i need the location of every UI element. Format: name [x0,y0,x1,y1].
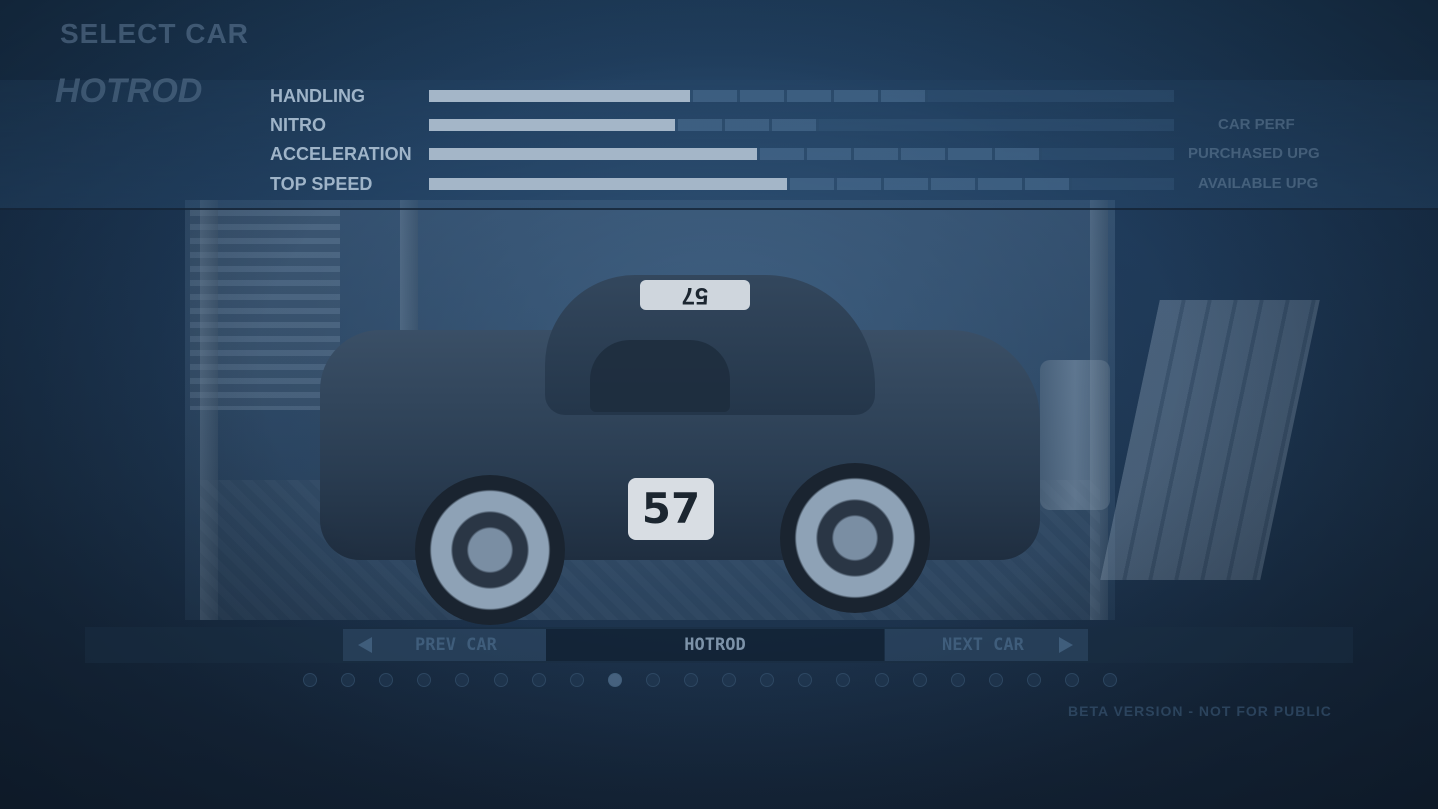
car-selector-dot[interactable] [836,673,850,687]
available-upgrades-label: AVAILABLE UPG [1198,175,1319,192]
stat-label: TOP SPEED [270,174,373,194]
car-selector-dot[interactable] [684,673,698,687]
car-selector-dot[interactable] [532,673,546,687]
stat-bar-fill [429,90,690,102]
arrow-right-icon [1059,637,1073,653]
car-perf-label: CAR PERF [1218,116,1295,133]
car-selector-dot[interactable] [379,673,393,687]
stat-bar-track [429,148,1174,160]
car-selector-dot[interactable] [570,673,584,687]
car-selector-dot[interactable] [875,673,889,687]
stat-bar-track [429,90,1174,102]
stat-bar-fill [429,148,757,160]
stat-label: NITRO [270,115,326,135]
purchased-upgrades-label: PURCHASED UPG [1188,145,1320,162]
arrow-left-icon [358,637,372,653]
car-selector-dot[interactable] [646,673,660,687]
stat-upgrade-segments [678,119,819,131]
stat-bar-track [429,178,1174,190]
current-car-name: HOTROD [546,629,884,661]
car-selector-dot[interactable] [1103,673,1117,687]
car-selector-dot[interactable] [760,673,774,687]
prev-car-button[interactable]: PREV CAR [343,629,546,661]
car-selector-dot[interactable] [417,673,431,687]
car-selector-dot[interactable] [722,673,736,687]
car-selector-dot[interactable] [1027,673,1041,687]
stat-label: HANDLING [270,86,365,106]
stat-upgrade-segments [760,148,1042,160]
stat-label: ACCELERATION [270,144,412,164]
car-selector-dot[interactable] [913,673,927,687]
car-selector-dot[interactable] [798,673,812,687]
beta-version-notice: BETA VERSION - NOT FOR PUBLIC [1068,703,1332,719]
next-car-label: NEXT CAR [942,635,1024,655]
car-selector-dot[interactable] [455,673,469,687]
car-selector-dot[interactable] [303,673,317,687]
stat-bar-fill [429,178,787,190]
car-selector-dot[interactable] [951,673,965,687]
prev-car-label: PREV CAR [415,635,497,655]
stat-upgrade-segments [790,178,1072,190]
next-car-button[interactable]: NEXT CAR [885,629,1088,661]
stat-upgrade-segments [693,90,928,102]
car-selector-dot[interactable] [989,673,1003,687]
screen-title: SELECT CAR [60,18,249,49]
car-selector-dot[interactable] [1065,673,1079,687]
car-selector-dot[interactable] [494,673,508,687]
car-selector-dot[interactable] [608,673,622,687]
car-selector-dot[interactable] [341,673,355,687]
stat-bar-track [429,119,1174,131]
stat-bar-fill [429,119,675,131]
